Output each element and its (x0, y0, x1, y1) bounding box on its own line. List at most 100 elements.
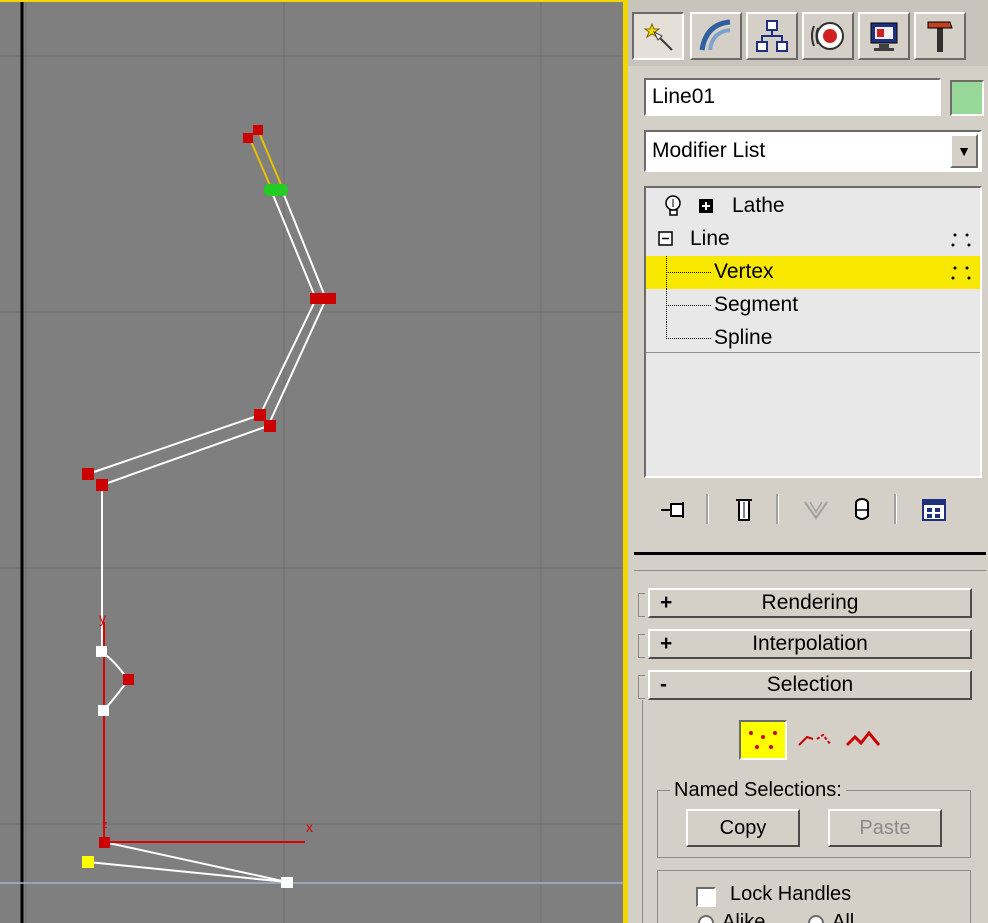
utilities-icon (927, 21, 953, 52)
show-end-result-button[interactable] (726, 492, 762, 528)
stack-item-spline[interactable]: Spline (646, 322, 980, 355)
stack-item-line[interactable]: Line (646, 223, 980, 256)
toolbar-separator (894, 494, 897, 524)
vertex-handle[interactable] (243, 133, 253, 143)
pin-stack-button[interactable] (656, 492, 692, 528)
stack-item-label: Segment (714, 293, 799, 316)
vertex-handle[interactable] (123, 674, 134, 685)
stack-item-segment[interactable]: Segment (646, 289, 980, 322)
tab-create[interactable] (632, 12, 684, 60)
make-unique-button[interactable] (798, 492, 834, 528)
stack-item-vertex[interactable]: Vertex (646, 256, 980, 289)
lock-handles-group: Lock Handles Alike All (657, 870, 971, 923)
tangent-handle-line (249, 138, 273, 191)
copy-button[interactable]: Copy (686, 809, 800, 847)
named-selections-group: Named Selections: Copy Paste (657, 779, 971, 858)
rollout-title: Interpolation (752, 632, 868, 655)
lightbulb-icon[interactable] (664, 194, 684, 218)
chevron-down-icon[interactable]: ▼ (950, 134, 978, 168)
stack-item-label: Line (690, 227, 730, 250)
front-viewport[interactable]: y x z (0, 0, 623, 923)
tab-modify[interactable] (690, 12, 742, 60)
vertex-handle[interactable] (310, 293, 336, 304)
vertex-handle[interactable] (96, 646, 107, 657)
lock-handles-label: Lock Handles (730, 883, 852, 905)
tree-line (666, 322, 712, 339)
rollout-selection[interactable]: - Selection (648, 670, 972, 700)
spline-mode-icon (845, 730, 881, 747)
gizmo-z-label: z (102, 819, 108, 831)
tab-display[interactable] (858, 12, 910, 60)
alike-radio-label: Alike (722, 911, 766, 923)
viewport-grid (0, 2, 623, 923)
vertex-mode-button[interactable] (739, 720, 787, 760)
rollout-rendering[interactable]: + Rendering (648, 588, 972, 618)
tangent-handle-line (257, 129, 283, 188)
modifier-stack[interactable]: Lathe Line Vertex Segment Spline (644, 186, 982, 478)
vertex-handle[interactable] (253, 125, 263, 135)
collapse-icon[interactable] (658, 231, 674, 247)
stack-item-label: Spline (714, 326, 773, 349)
vertex-handle[interactable] (264, 420, 276, 432)
lock-handles-checkbox[interactable] (696, 887, 716, 907)
modifier-list-dropdown[interactable]: Modifier List ▼ (644, 130, 982, 172)
toolbar-separator (776, 494, 779, 524)
all-radio-label: All (832, 911, 855, 923)
vertex-handle[interactable] (98, 705, 109, 716)
tree-line (666, 289, 712, 322)
transform-gizmo[interactable]: y x z (99, 610, 313, 843)
configure-modifier-sets-button[interactable] (916, 492, 952, 528)
tab-hierarchy[interactable] (746, 12, 798, 60)
selection-rollout-body: Named Selections: Copy Paste Lock Handle… (642, 700, 983, 923)
stack-item-lathe[interactable]: Lathe (646, 190, 980, 223)
segment-mode-button[interactable] (791, 720, 839, 760)
object-color-swatch[interactable] (950, 80, 984, 116)
rollout-bracket (638, 675, 645, 699)
segment-mode-icon (798, 733, 832, 746)
rollout-bracket (638, 593, 645, 617)
command-panel: Line01 Modifier List ▼ Lathe Line Vertex… (628, 0, 988, 923)
remove-modifier-button[interactable] (844, 492, 880, 528)
vertex-handle[interactable] (254, 409, 266, 421)
gizmo-y-label: y (99, 610, 106, 626)
rollout-interpolation[interactable]: + Interpolation (648, 629, 972, 659)
command-panel-tabs (628, 0, 988, 66)
vertex-selected[interactable] (264, 184, 288, 196)
pin-icon (661, 502, 684, 518)
rollout-title: Rendering (761, 591, 859, 614)
panel-divider (634, 570, 986, 571)
show-end-result-icon (736, 499, 752, 521)
vertex-handle[interactable] (82, 468, 94, 480)
gizmo-x-label: x (306, 819, 313, 835)
expand-icon[interactable] (698, 198, 714, 214)
vertex-subobject-icon (951, 233, 971, 247)
vertex-subobject-icon (951, 266, 971, 280)
vertex-first[interactable] (82, 856, 94, 868)
display-icon (870, 22, 898, 51)
motion-icon (811, 22, 844, 50)
all-radio[interactable] (808, 915, 824, 923)
vertex-handle[interactable] (281, 877, 293, 888)
spline-shape[interactable] (87, 189, 328, 883)
make-unique-icon (804, 501, 828, 520)
stack-item-label: Vertex (714, 260, 774, 283)
vertex-handle[interactable] (96, 479, 108, 491)
paste-button[interactable]: Paste (828, 809, 942, 847)
rollout-bracket (638, 634, 645, 658)
modify-icon (699, 19, 731, 51)
vertex-handle[interactable] (99, 837, 110, 848)
object-name-field[interactable]: Line01 (644, 78, 941, 116)
alike-radio[interactable] (698, 915, 714, 923)
toolbar-separator (706, 494, 709, 524)
stack-toolbar (644, 488, 982, 532)
tree-line (666, 256, 712, 289)
viewport-canvas[interactable]: y x z (0, 2, 623, 923)
spline-mode-button[interactable] (839, 720, 887, 760)
vertex-mode-icon (749, 731, 777, 749)
stack-item-label: Lathe (732, 194, 785, 217)
configure-modifier-sets-icon (922, 499, 946, 521)
stack-divider (646, 352, 980, 353)
tab-utilities[interactable] (914, 12, 966, 60)
tab-motion[interactable] (802, 12, 854, 60)
vertex-markers[interactable] (82, 125, 336, 888)
